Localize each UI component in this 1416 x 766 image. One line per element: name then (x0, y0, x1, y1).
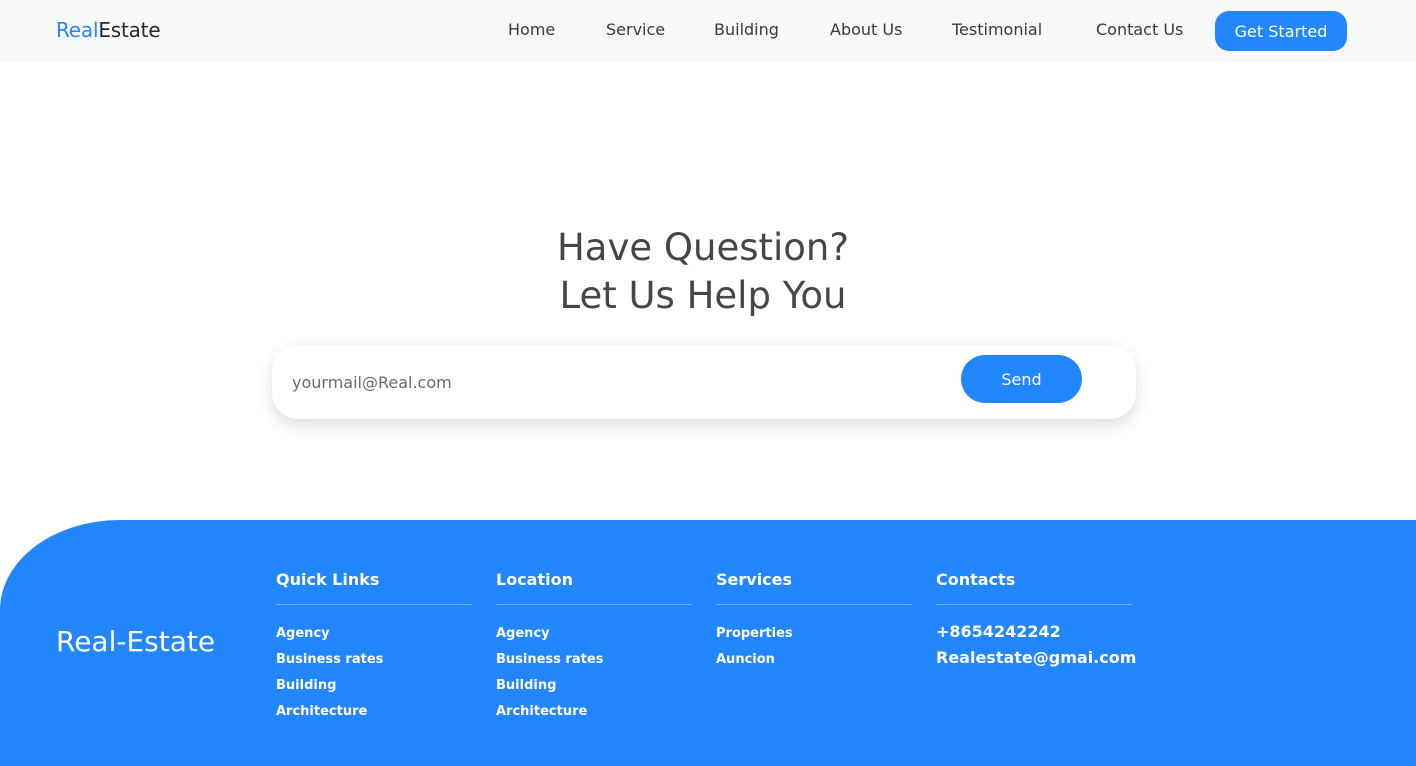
nav-link-about-us[interactable]: About Us (830, 20, 902, 39)
contact-email: Realestate@gmai.com (936, 648, 1137, 667)
footer-link[interactable]: Agency (496, 625, 692, 651)
footer-link[interactable]: Properties (716, 625, 912, 651)
nav-link-testimonial[interactable]: Testimonial (952, 20, 1042, 39)
footer-column-quick-links: Quick Links Agency Business rates Buildi… (276, 570, 472, 729)
hero-heading-line2: Let Us Help You (559, 274, 847, 317)
contact-phone: +8654242242 (936, 622, 1061, 641)
logo-accent-text: Real (56, 18, 99, 42)
footer-column-contacts: Contacts +8654242242 Realestate@gmai.com (936, 570, 1137, 675)
nav-link-home[interactable]: Home (508, 20, 555, 39)
email-input[interactable] (292, 367, 952, 397)
footer-link[interactable]: Business rates (276, 651, 472, 677)
footer-column-location: Location Agency Business rates Building … (496, 570, 692, 729)
site-footer: Real-Estate Quick Links Agency Business … (0, 520, 1416, 766)
footer-link[interactable]: Architecture (496, 703, 692, 729)
footer-link[interactable]: Auncion (716, 651, 912, 677)
top-navbar: RealEstate Home Service Building About U… (0, 0, 1416, 62)
site-logo[interactable]: RealEstate (56, 18, 161, 42)
nav-link-service[interactable]: Service (606, 20, 665, 39)
footer-column-title: Location (496, 570, 692, 605)
footer-link[interactable]: Agency (276, 625, 472, 651)
send-button[interactable]: Send (961, 355, 1082, 403)
footer-column-title: Services (716, 570, 912, 605)
footer-link[interactable]: Architecture (276, 703, 472, 729)
footer-column-title: Contacts (936, 570, 1132, 605)
get-started-button[interactable]: Get Started (1215, 11, 1347, 51)
logo-text: Estate (98, 18, 161, 42)
hero-heading-line1: Have Question? (556, 226, 850, 269)
nav-link-contact-us[interactable]: Contact Us (1096, 20, 1183, 39)
footer-link[interactable]: Building (276, 677, 472, 703)
footer-column-services: Services Properties Auncion (716, 570, 912, 677)
footer-link[interactable]: Building (496, 677, 692, 703)
footer-brand: Real-Estate (56, 625, 216, 658)
footer-link[interactable]: Business rates (496, 651, 692, 677)
email-subscribe-form: Send (272, 345, 1136, 419)
hero-heading: Have Question? Let Us Help You (0, 224, 1406, 320)
nav-link-building[interactable]: Building (714, 20, 779, 39)
footer-column-title: Quick Links (276, 570, 472, 605)
